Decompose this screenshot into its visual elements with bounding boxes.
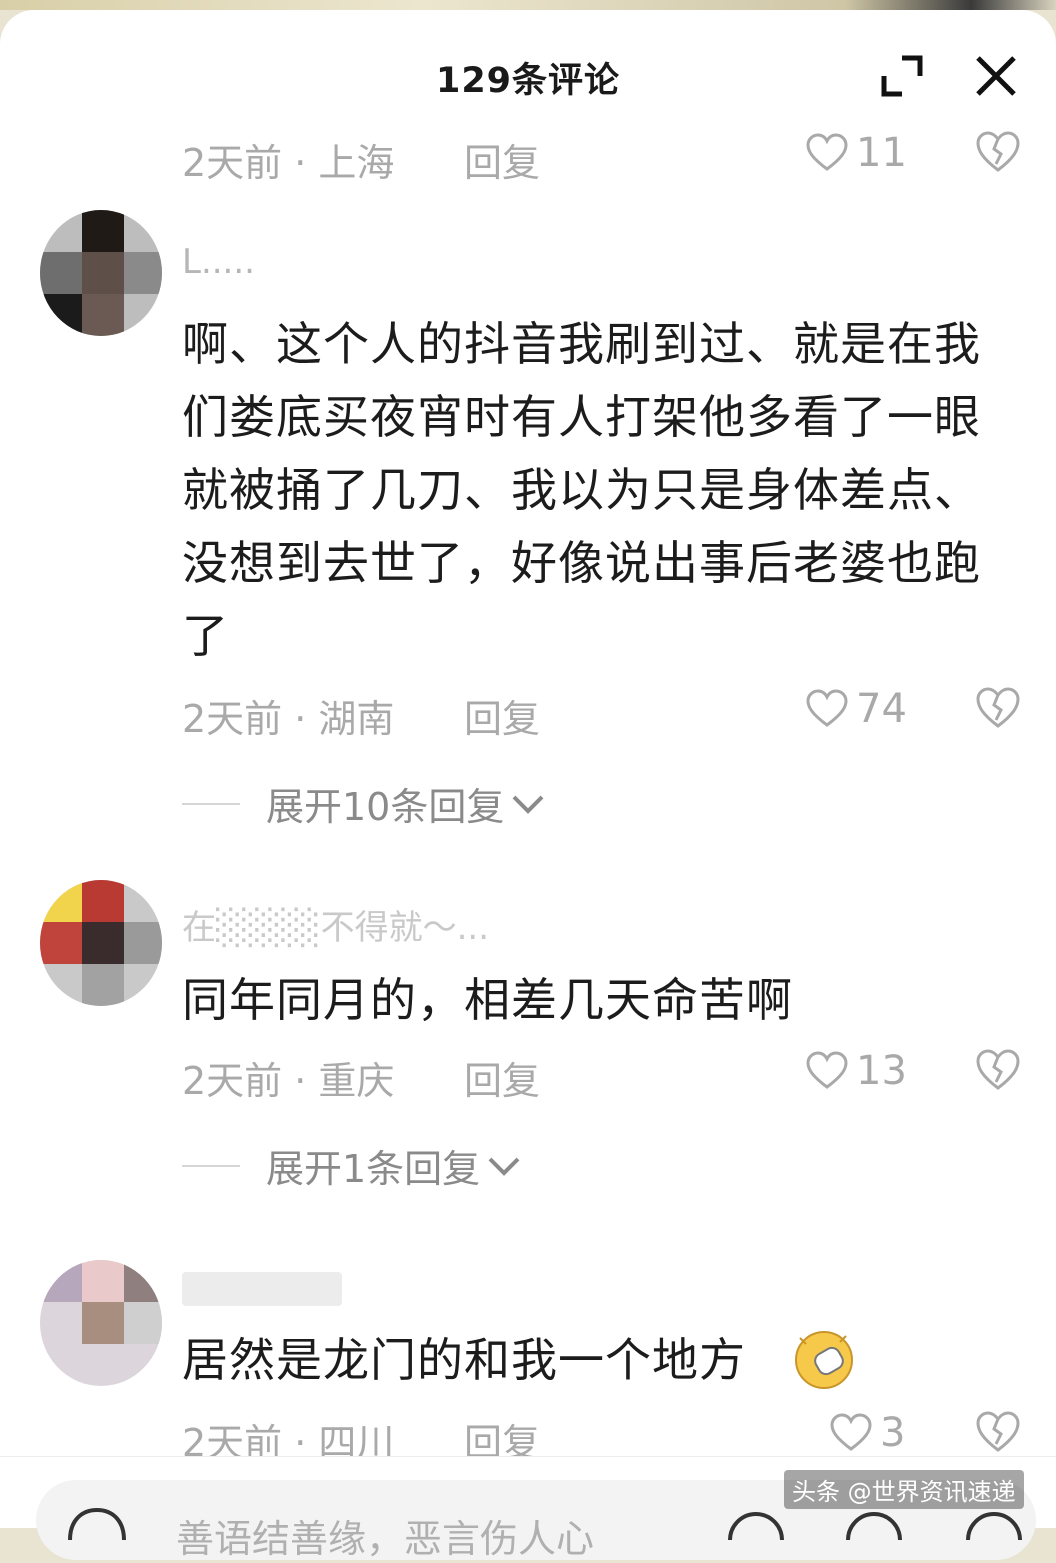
close-icon[interactable] [970, 50, 1022, 102]
expand-replies[interactable]: 展开1条回复 [182, 1138, 522, 1193]
like-button[interactable]: 13 [806, 1048, 907, 1094]
username[interactable]: 在░░░░不得就～... [182, 900, 489, 949]
comment-text: 同年同月的，相差几天命苦啊 [182, 973, 793, 1027]
comment-text: 啊、这个人的抖音我刷到过、就是在我们娄底买夜宵时有人打架他多看了一眼就被捅了几刀… [182, 317, 981, 663]
like-button[interactable]: 11 [806, 130, 907, 176]
background-strip [0, 0, 1056, 10]
comment-text: 居然是龙门的和我一个地方 [182, 1333, 746, 1387]
heart-icon [806, 1051, 848, 1089]
minimize-icon[interactable] [876, 50, 928, 102]
heart-icon [806, 689, 848, 727]
username-blurred[interactable] [182, 1272, 342, 1306]
expand-replies-label: 展开10条回复 [266, 785, 505, 829]
like-count: 3 [880, 1410, 906, 1456]
chevron-down-icon [488, 1157, 520, 1176]
like-button[interactable]: 3 [830, 1410, 905, 1456]
divider-line [182, 1164, 240, 1167]
like-count: 13 [856, 1048, 907, 1094]
like-button[interactable]: 74 [806, 686, 907, 732]
chevron-down-icon [512, 795, 544, 814]
username[interactable]: L..... [182, 242, 255, 282]
heart-icon [806, 133, 848, 171]
comment-meta: 2天前 · 重庆 [182, 1059, 395, 1103]
clapping-emoji-icon [795, 1331, 853, 1389]
broken-heart-icon[interactable] [975, 1410, 1021, 1454]
broken-heart-icon[interactable] [975, 686, 1021, 730]
at-mention-icon[interactable] [62, 1500, 132, 1540]
reply-button[interactable]: 回复 [464, 1050, 540, 1105]
watermark: 头条 @世界资讯速递 [784, 1470, 1024, 1509]
expand-replies[interactable]: 展开10条回复 [182, 776, 546, 831]
avatar[interactable] [40, 880, 162, 1006]
avatar[interactable] [40, 1260, 162, 1386]
comment-meta: 2天前 · 上海 [182, 141, 395, 185]
comments-sheet: 129条评论 2天前 · 上海 回复 11 L..... 啊、这个人的抖音我刷到… [0, 10, 1056, 1527]
reply-button[interactable]: 回复 [464, 132, 540, 187]
heart-icon [830, 1413, 872, 1451]
broken-heart-icon[interactable] [975, 1048, 1021, 1092]
expand-replies-label: 展开1条回复 [266, 1147, 481, 1191]
divider-line [182, 802, 240, 805]
like-count: 74 [856, 686, 907, 732]
reply-button[interactable]: 回复 [464, 688, 540, 743]
comment-meta: 2天前 · 湖南 [182, 697, 395, 741]
like-count: 11 [856, 130, 907, 176]
comment-input-placeholder: 善语结善缘，恶言伤人心 [176, 1517, 595, 1561]
avatar[interactable] [40, 210, 162, 336]
broken-heart-icon[interactable] [975, 130, 1021, 174]
